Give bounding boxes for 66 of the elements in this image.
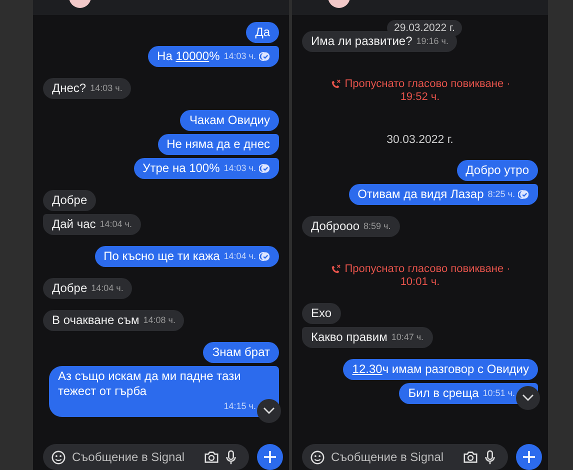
- message-text: Добро утро: [466, 163, 529, 178]
- message-text: Бил в среща: [408, 386, 479, 401]
- message-text: Знам брат: [212, 345, 270, 360]
- message-text: На 10000%: [157, 49, 220, 64]
- message-text: Утре на 100%: [142, 161, 220, 176]
- message-bubble[interactable]: Отивам да видя Лазар 8:25 ч.: [348, 184, 538, 205]
- message-time: 10:47 ч.: [391, 331, 424, 344]
- message-text: Да: [255, 25, 270, 40]
- message-text: Доброоо: [311, 219, 360, 234]
- message-bubble[interactable]: Какво правим 10:47 ч.: [302, 327, 433, 348]
- message-bubble[interactable]: В очакване съм 14:08 ч.: [43, 310, 184, 331]
- message-bubble[interactable]: Чакам Овидиу: [180, 110, 279, 131]
- message-time: 14:15 ч.: [224, 400, 256, 413]
- message-bubble[interactable]: 12.30ч имам разговор с Овидиу: [343, 359, 538, 380]
- message-bubble[interactable]: По късно ще ти кажа 14:04 ч.: [94, 246, 279, 267]
- message-time: 14:04 ч.: [224, 250, 256, 263]
- message-bubble[interactable]: Дай час 14:04 ч.: [43, 214, 141, 235]
- message-link[interactable]: 10000: [176, 49, 210, 63]
- message-bubble[interactable]: Доброоо 8:59 ч.: [302, 216, 400, 237]
- message-bubble[interactable]: Добре 14:04 ч.: [43, 278, 132, 299]
- message-text: Чакам Овидиу: [189, 113, 270, 128]
- message-text: Днес?: [52, 81, 86, 96]
- message-input[interactable]: Съобщение в Signal: [331, 450, 457, 464]
- message-text: Добре: [52, 281, 88, 296]
- message-time: 14:03 ч.: [90, 82, 122, 95]
- message-bubble[interactable]: Добре: [43, 190, 96, 211]
- message-text: По късно ще ти кажа: [104, 249, 220, 264]
- message-text: Има ли развитие?: [311, 34, 412, 49]
- message-time: 14:03 ч.: [224, 162, 256, 175]
- missed-call-time: 10:01 ч.: [400, 276, 440, 289]
- message-input-field[interactable]: Съобщение в Signal: [43, 444, 249, 470]
- message-time: 14:03 ч.: [224, 50, 256, 63]
- message-bubble[interactable]: Да: [246, 22, 279, 43]
- message-time: 10:51 ч.: [482, 387, 515, 400]
- message-text: В очакване съм: [52, 313, 140, 328]
- missed-call-text: Пропуснато гласово повикване ·: [344, 263, 510, 276]
- message-input[interactable]: Съобщение в Signal: [72, 450, 198, 464]
- message-bubble[interactable]: Добро утро: [456, 160, 538, 181]
- message-link[interactable]: 12.30: [352, 362, 382, 376]
- message-text: Аз също искам да ми падне тази тежест от гърба: [58, 369, 242, 399]
- message-text: Добре: [52, 193, 88, 208]
- message-bubble[interactable]: На 10000% 14:03 ч.: [148, 46, 279, 67]
- message-bubble[interactable]: Има ли развитие? 19:16 ч.: [302, 31, 458, 52]
- message-time: 14:04 ч.: [100, 218, 132, 231]
- missed-call-text: Пропуснато гласово повикване ·: [344, 78, 510, 91]
- message-text: Отивам да видя Лазар: [358, 187, 484, 202]
- missed-call-time: 19:52 ч.: [400, 91, 440, 104]
- message-time: 14:04 ч.: [91, 282, 124, 295]
- message-time: 14:08 ч.: [143, 314, 176, 327]
- message-bubble[interactable]: Ехо: [302, 303, 341, 324]
- message-input-field[interactable]: Съобщение в Signal: [302, 444, 508, 470]
- date-separator: 30.03.2022 г.: [386, 134, 454, 146]
- message-bubble[interactable]: Утре на 100% 14:03 ч.: [134, 158, 279, 179]
- message-time: 8:25 ч.: [488, 188, 515, 201]
- message-text: Не няма да е днес: [166, 137, 270, 152]
- message-text: Дай час: [52, 217, 96, 232]
- message-time: 8:59 ч.: [364, 220, 391, 233]
- message-bubble[interactable]: Знам брат: [203, 342, 279, 363]
- date-header: 29.03.2022 г.: [387, 20, 462, 36]
- message-bubble[interactable]: Днес? 14:03 ч.: [43, 78, 132, 99]
- message-bubble[interactable]: Не няма да е днес: [158, 134, 279, 155]
- message-text: Ехо: [311, 306, 332, 321]
- message-text: 12.30ч имам разговор с Овидиу: [352, 362, 529, 377]
- message-text: Какво правим: [311, 330, 388, 345]
- message-bubble[interactable]: Аз също искам да ми падне тази тежест от гърба 14:15 ч.: [49, 366, 279, 417]
- message-time: 19:16 ч.: [416, 35, 448, 48]
